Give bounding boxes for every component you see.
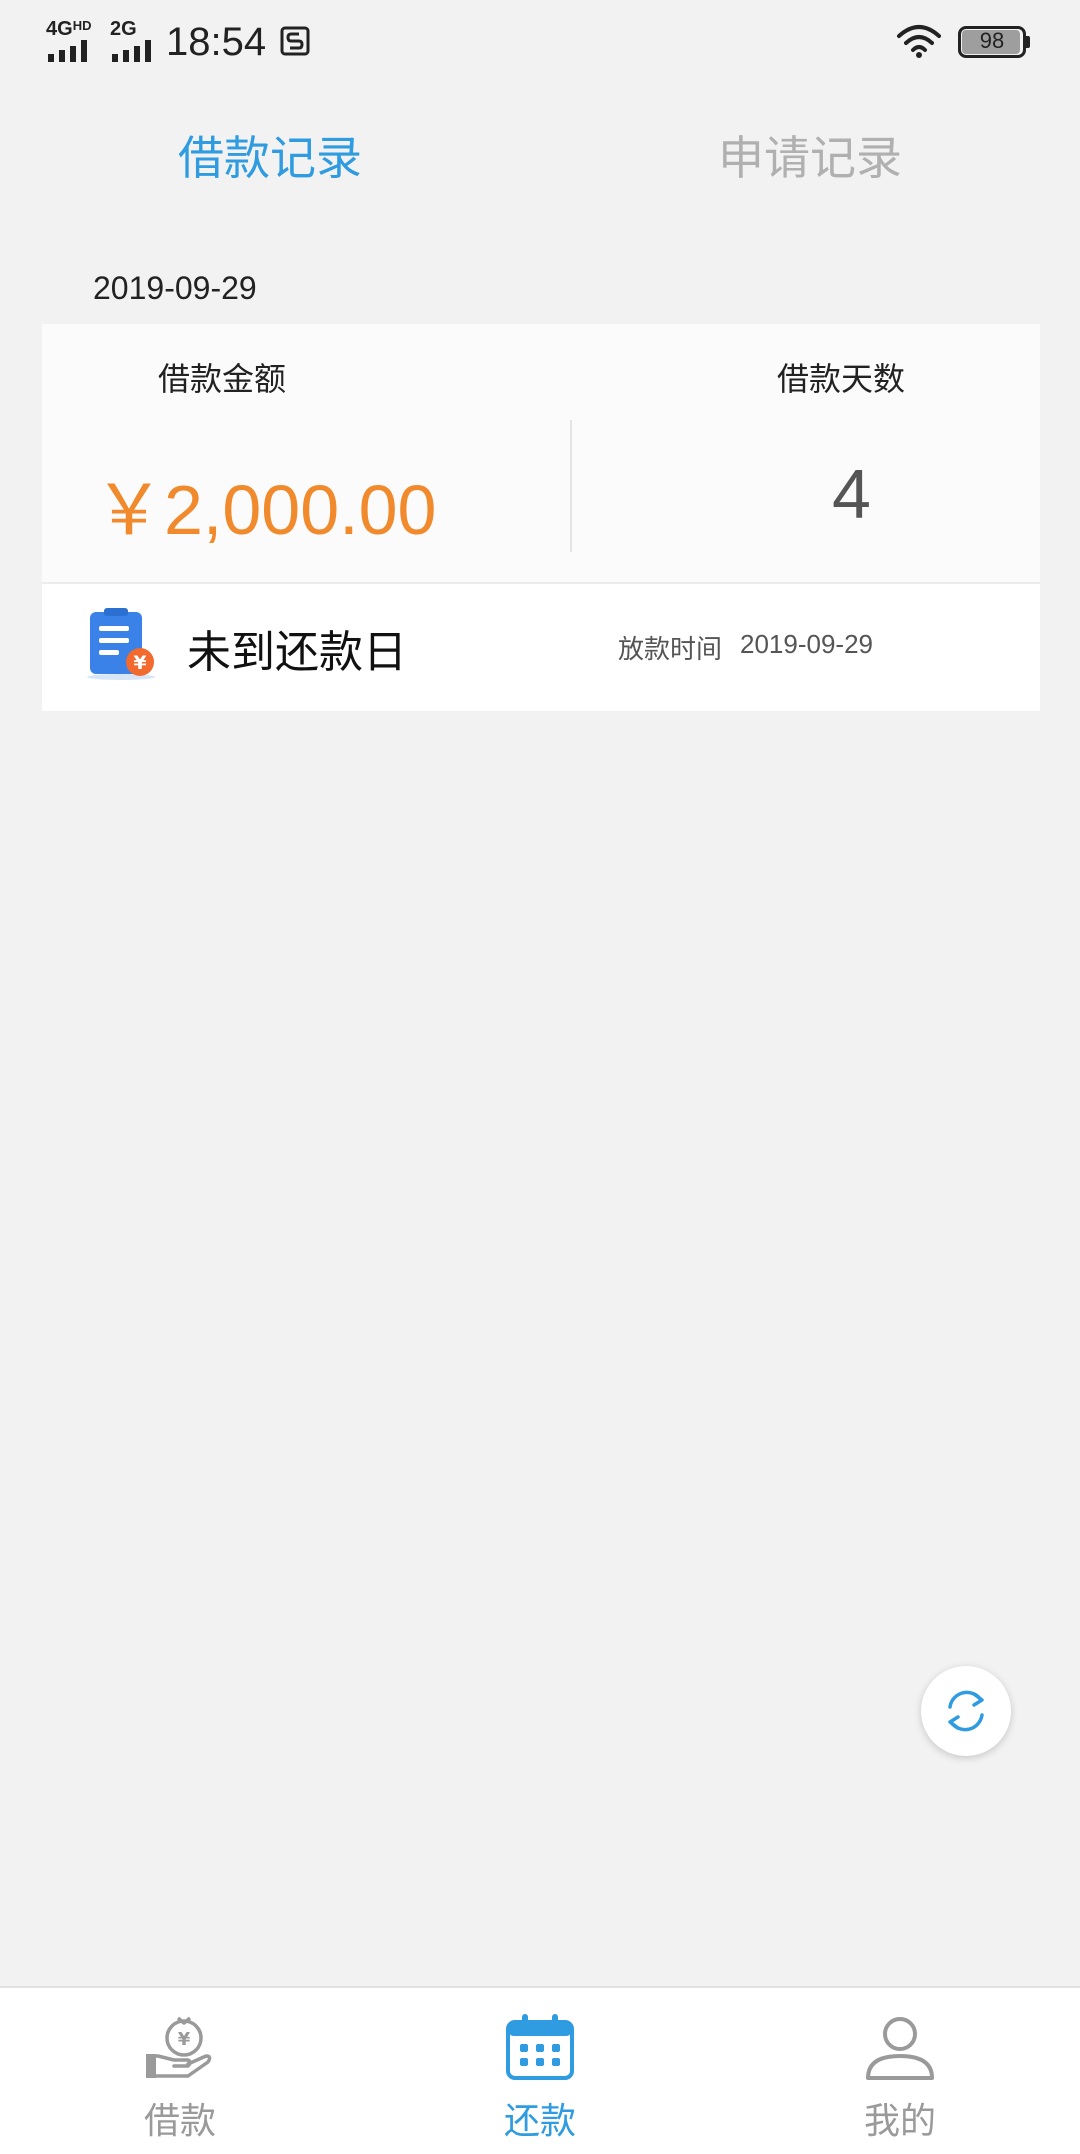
- status-bar: 4GHD 2G 18:54 98: [0, 0, 1080, 80]
- nav-item-loan[interactable]: ¥ 借款: [0, 1988, 360, 2154]
- nav-label-repayment: 还款: [503, 2101, 576, 2142]
- notification-icon: [280, 26, 310, 56]
- clock: 18:54: [166, 20, 267, 64]
- record-date: 2019-09-29: [93, 270, 257, 306]
- divider: [570, 420, 572, 552]
- svg-text:¥: ¥: [178, 2029, 191, 2050]
- signal-bars-icon: [112, 40, 151, 62]
- loan-amount-label: 借款金额: [158, 360, 287, 398]
- tab-application-records[interactable]: 申请记录: [540, 118, 1080, 198]
- network-type-2: 2G: [110, 18, 137, 40]
- signal-4g: 4GHD: [46, 18, 102, 62]
- svg-text:¥: ¥: [133, 652, 146, 674]
- signal-bars-icon: [48, 40, 87, 62]
- calendar-icon: [506, 2014, 574, 2080]
- wifi-icon: [897, 25, 941, 58]
- signal-2g: 2G: [110, 18, 160, 62]
- bottom-nav: ¥ 借款 还款 我的: [0, 1986, 1080, 2154]
- loan-days-value: 4: [832, 455, 871, 533]
- network-type-1: 4GHD: [46, 18, 92, 40]
- disbursement-time-label: 放款时间: [618, 635, 723, 665]
- screen: 4GHD 2G 18:54 98 借款记录 申请记录 2019-09-29 借款…: [0, 0, 1080, 2154]
- nav-item-mine[interactable]: 我的: [720, 1988, 1080, 2154]
- refresh-icon: [948, 1690, 984, 1732]
- user-icon: [866, 2017, 934, 2080]
- bill-document-icon: ¥: [87, 608, 155, 680]
- loan-days-label: 借款天数: [777, 360, 906, 398]
- disbursement-date: 2019-09-29: [740, 629, 873, 659]
- repayment-status: 未到还款日: [187, 627, 407, 678]
- nav-label-loan: 借款: [143, 2101, 216, 2142]
- loan-amount-value: ￥2,000.00: [94, 471, 437, 549]
- money-bag-hand-icon: ¥: [146, 2016, 212, 2078]
- tab-loan-records[interactable]: 借款记录: [0, 118, 540, 198]
- battery-indicator: 98: [958, 26, 1030, 58]
- loan-record-card[interactable]: 借款金额 借款天数 ￥2,000.00 4 ¥ 未到还款日 放款时间 2019-…: [42, 324, 1040, 711]
- nav-label-mine: 我的: [863, 2101, 936, 2142]
- loan-status-row: ¥ 未到还款日 放款时间 2019-09-29: [42, 584, 1040, 711]
- loan-summary: 借款金额 借款天数 ￥2,000.00 4: [42, 324, 1040, 584]
- nav-item-repayment[interactable]: 还款: [360, 1988, 720, 2154]
- record-tabs: 借款记录 申请记录: [0, 118, 1080, 198]
- refresh-button[interactable]: [921, 1666, 1011, 1756]
- battery-percent: 98: [979, 28, 1005, 53]
